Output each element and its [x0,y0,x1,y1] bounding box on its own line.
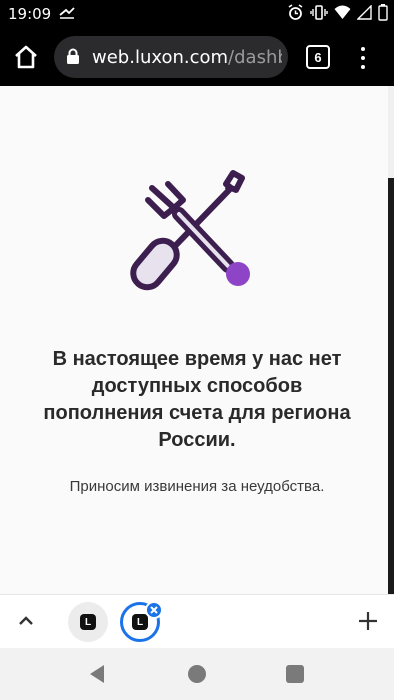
menu-button[interactable] [354,45,372,71]
transfer-icon [58,6,76,25]
back-icon[interactable] [88,664,106,689]
menu-icon-dot [361,56,365,60]
menu-icon-dot [361,47,365,51]
new-tab-button[interactable] [356,609,380,638]
close-icon [150,606,158,614]
tab-strip: L L [0,594,394,648]
address-bar[interactable]: web.luxon.com/dashboa [54,36,288,78]
home-circle-icon[interactable] [188,665,206,683]
tabs-button[interactable]: 6 [306,45,330,69]
status-bar: 19:09 [0,0,394,28]
favicon: L [80,614,96,630]
signal-icon [357,5,372,20]
close-tab-button[interactable] [145,601,163,619]
scrollbar-thumb[interactable] [388,178,394,594]
url-path: /dashboa [228,47,282,68]
lock-icon [66,48,80,70]
browser-toolbar: web.luxon.com/dashboa 6 [0,28,394,86]
url-text: web.luxon.com/dashboa [92,47,282,68]
vibrate-icon [310,4,328,21]
tools-icon [130,170,250,291]
apology-text: Приносим извинения за неудобства. [69,478,325,495]
status-time: 19:09 [8,5,52,23]
page-content [0,86,394,594]
plus-icon [359,612,377,630]
recents-icon[interactable] [286,665,304,683]
menu-icon-dot [361,65,365,69]
page-title: В настоящее время у нас нет доступных сп… [43,348,351,451]
home-icon [15,45,37,69]
tab-thumbnail[interactable]: L [68,602,108,642]
url-host: web.luxon.com [92,47,229,68]
chevron-up-icon[interactable] [16,611,36,636]
wifi-icon [334,5,351,20]
tab-count: 6 [314,49,322,65]
battery-icon [378,4,388,21]
system-navbar [0,648,394,700]
home-button[interactable] [10,41,42,73]
alarm-icon [287,4,304,21]
favicon: L [132,614,148,630]
